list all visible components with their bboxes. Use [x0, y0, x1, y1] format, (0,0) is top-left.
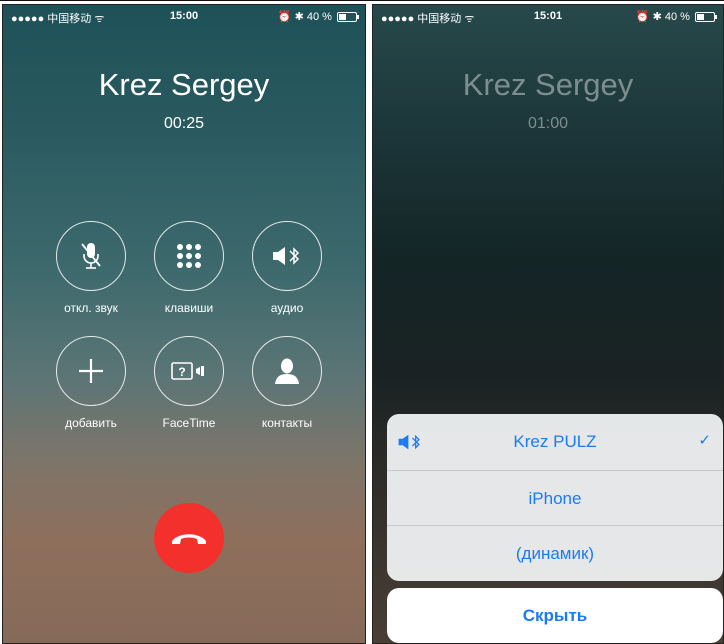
mute-control[interactable]: откл. звук [46, 221, 136, 315]
keypad-label: клавиши [164, 301, 214, 315]
status-bar: ●●●●● 中国移动 ᯤ 15:01 ⏰ ✱ 40 % [373, 5, 723, 27]
contacts-button[interactable] [252, 336, 322, 406]
facetime-button[interactable]: ? [154, 336, 224, 406]
checkmark-icon: ✓ [698, 432, 711, 449]
alarm-icon: ⏰ [635, 11, 650, 23]
caller-name: Krez Sergey [462, 67, 634, 102]
muted-microphone-icon [81, 243, 101, 269]
audio-button[interactable] [252, 221, 322, 291]
contacts-label: контакты [261, 416, 313, 430]
facetime-icon: ? [171, 362, 204, 380]
end-call-icon [172, 534, 206, 544]
in-call-screen-left: ●●●●● 中国移动 ᯤ 15:00 ⏰ ✱ 40 % Krez Sergey … [2, 4, 366, 644]
facetime-control[interactable]: ? FaceTime [144, 336, 234, 430]
bluetooth-icon: ✱ [652, 11, 662, 23]
add-call-button[interactable] [56, 336, 126, 406]
add-call-label: добавить [65, 416, 117, 430]
audio-control[interactable]: аудио [242, 221, 332, 315]
audio-label: аудио [270, 301, 304, 315]
in-call-screen-right: ●●●●● 中国移动 ᯤ 15:01 ⏰ ✱ 40 % Krez Sergey … [372, 4, 724, 644]
call-timer: 00:25 [163, 115, 205, 132]
top-divider [0, 0, 724, 1]
alarm-icon: ⏰ [277, 11, 292, 23]
bluetooth-speaker-icon [398, 434, 420, 450]
keypad-control[interactable]: клавиши [144, 221, 234, 315]
svg-text:?: ? [178, 365, 185, 379]
battery-icon [337, 12, 359, 23]
call-timer: 01:00 [527, 115, 569, 132]
facetime-label: FaceTime [162, 416, 216, 430]
battery-percent: 40 % [664, 11, 690, 23]
end-call-button[interactable] [154, 503, 224, 573]
person-icon [275, 358, 299, 384]
contacts-control[interactable]: контакты [242, 336, 332, 430]
battery-icon [695, 12, 717, 23]
route-label: iPhone [528, 489, 582, 508]
battery-percent: 40 % [306, 11, 332, 23]
route-option-bluetooth[interactable]: Krez PULZ ✓ [387, 414, 723, 470]
bluetooth-icon: ✱ [294, 11, 304, 23]
route-label: Krez PULZ [513, 432, 597, 451]
route-option-speaker[interactable]: (динамик) [387, 526, 723, 581]
hide-button[interactable]: Скрыть [387, 588, 723, 643]
audio-route-sheet: Krez PULZ ✓ iPhone (динамик) [387, 414, 723, 581]
caller-name: Krez Sergey [98, 67, 270, 102]
status-bar: ●●●●● 中国移动 ᯤ 15:00 ⏰ ✱ 40 % [3, 5, 365, 27]
keypad-button[interactable] [154, 221, 224, 291]
mute-label: откл. звук [64, 301, 118, 315]
keypad-icon [177, 244, 201, 268]
mute-button[interactable] [56, 221, 126, 291]
plus-icon [79, 359, 103, 383]
bluetooth-speaker-icon [273, 247, 300, 265]
route-label: (динамик) [515, 544, 595, 563]
add-call-control[interactable]: добавить [46, 336, 136, 430]
route-option-iphone[interactable]: iPhone [387, 471, 723, 527]
